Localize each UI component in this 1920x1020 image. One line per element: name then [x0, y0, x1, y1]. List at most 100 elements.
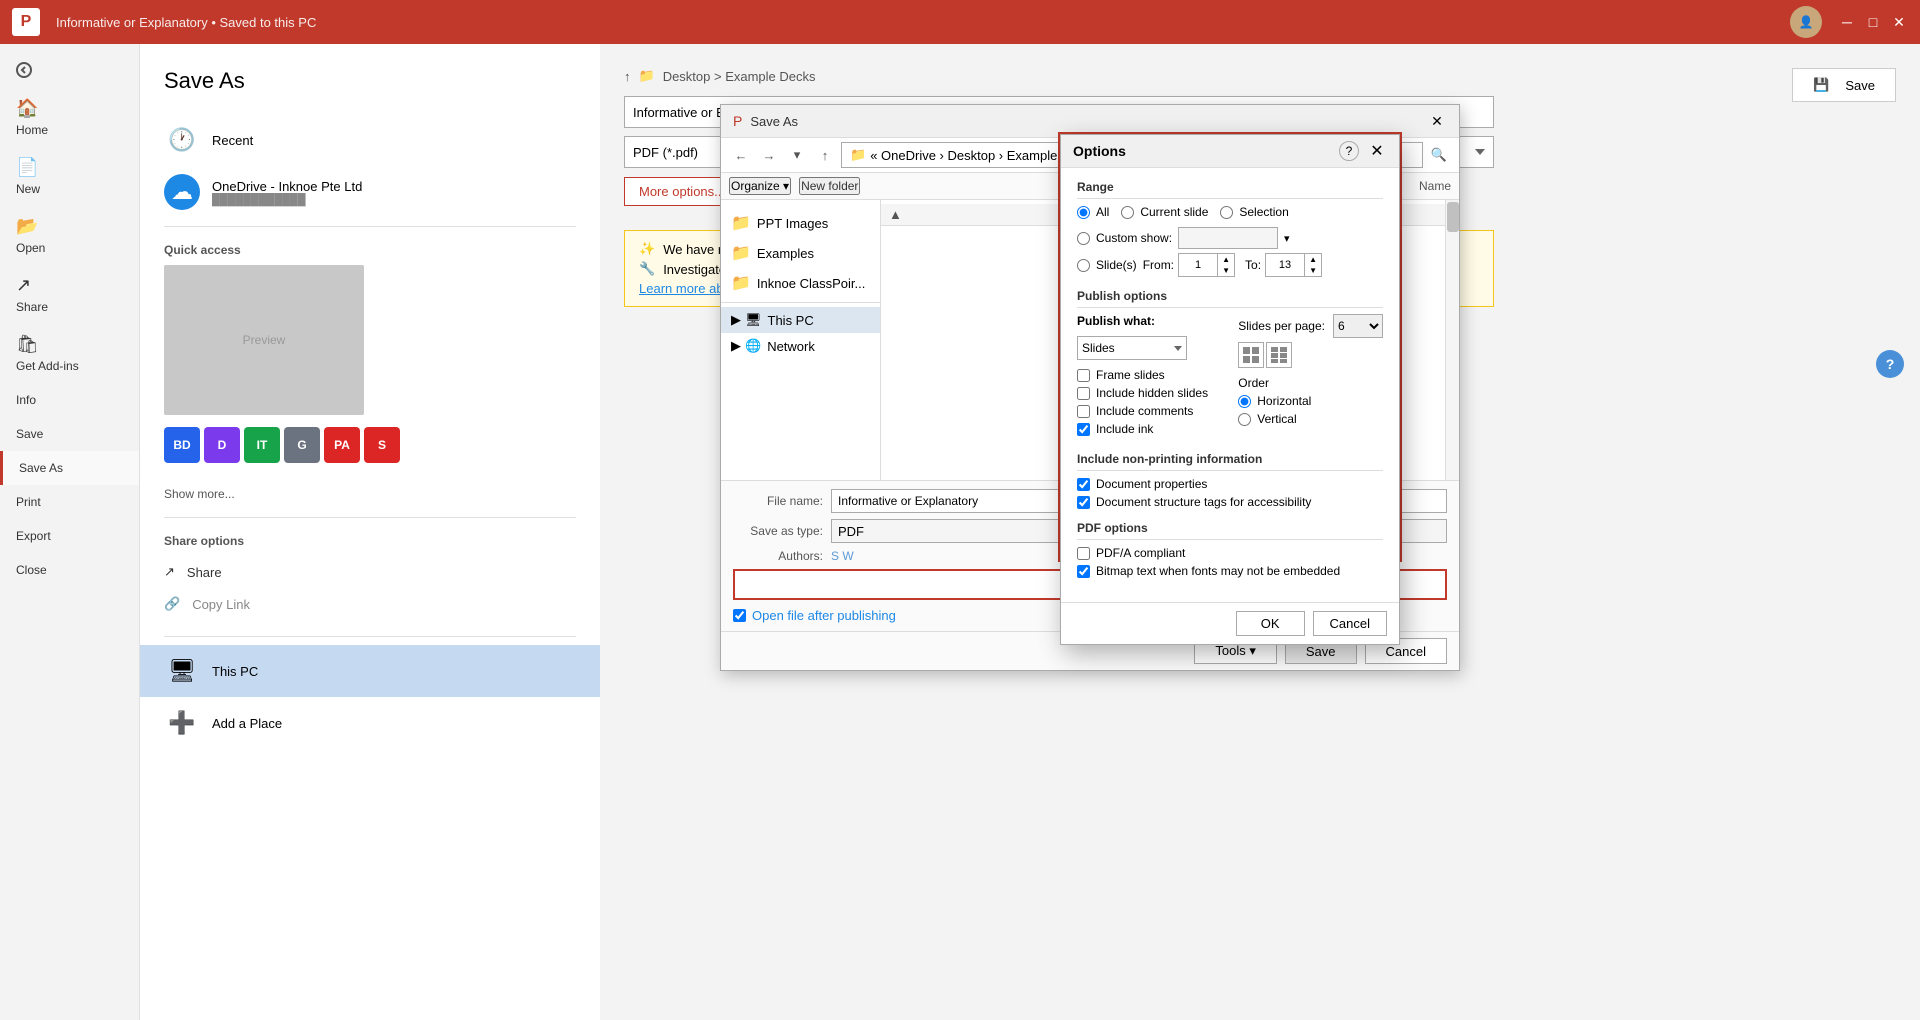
nav-up-icon[interactable]: ↑: [624, 69, 631, 84]
close-button[interactable]: ✕: [1890, 13, 1908, 31]
app-logo: P: [12, 8, 40, 36]
nav-up-button[interactable]: ↑: [813, 143, 837, 167]
options-ok-button[interactable]: OK: [1236, 611, 1305, 636]
options-dialog: Options ? ✕ Range All Current sli: [1060, 134, 1400, 645]
options-help-button[interactable]: ?: [1339, 141, 1359, 161]
horizontal-radio[interactable]: [1238, 395, 1251, 408]
custom-show-row: Custom show: ▾: [1077, 227, 1383, 249]
frame-slides-label: Frame slides: [1096, 368, 1165, 382]
hidden-slides-checkbox[interactable]: [1077, 387, 1090, 400]
custom-show-input[interactable]: [1178, 227, 1278, 249]
sidebar-item-info[interactable]: Info: [0, 383, 139, 417]
share-item[interactable]: ↗ Share: [164, 556, 576, 588]
slides-radio[interactable]: [1077, 259, 1090, 272]
sidebar-item-share[interactable]: ↗ Share: [0, 265, 139, 324]
organize-button[interactable]: Organize ▾: [729, 177, 791, 195]
sidebar-network[interactable]: ▶ 🌐 Network: [721, 333, 880, 359]
sidebar-this-pc[interactable]: ▶ 🖥 This PC: [721, 307, 880, 333]
to-up-button[interactable]: ▲: [1305, 254, 1321, 265]
new-folder-dialog-button[interactable]: New folder: [799, 177, 860, 195]
pdf-options-title: PDF options: [1077, 521, 1383, 540]
breadcrumb: Desktop > Example Decks: [663, 69, 816, 84]
sidebar-item-save-as[interactable]: Save As: [0, 451, 139, 485]
sidebar-item-open[interactable]: 📂 Open: [0, 206, 139, 265]
from-input[interactable]: [1179, 254, 1217, 276]
copy-link-icon: 🔗: [164, 596, 180, 612]
from-spinner[interactable]: ▲ ▼: [1178, 253, 1235, 277]
search-button[interactable]: 🔍: [1427, 143, 1451, 167]
back-button[interactable]: [0, 52, 139, 88]
hidden-slides-row: Include hidden slides: [1077, 386, 1208, 400]
layout-icon-1[interactable]: [1238, 342, 1264, 368]
horizontal-radio-row: Horizontal: [1238, 394, 1383, 408]
slides-per-page-select[interactable]: 6: [1333, 314, 1383, 338]
sidebar-item-save[interactable]: Save: [0, 417, 139, 451]
to-down-button[interactable]: ▼: [1305, 265, 1321, 276]
tab-s[interactable]: S: [364, 427, 400, 463]
sidebar-item-print[interactable]: Print: [0, 485, 139, 519]
doc-structure-checkbox[interactable]: [1077, 496, 1090, 509]
sidebar-item-export[interactable]: Export: [0, 519, 139, 553]
restore-button[interactable]: □: [1864, 13, 1882, 31]
recent-location[interactable]: 🕐 Recent: [140, 114, 600, 166]
doc-properties-checkbox[interactable]: [1077, 478, 1090, 491]
help-button[interactable]: ?: [1876, 350, 1904, 378]
onedrive-location[interactable]: ☁ OneDrive - Inknoe Pte Ltd ████████████: [140, 166, 600, 218]
authors-label: Authors:: [733, 549, 823, 563]
file-dialog-close-button[interactable]: ✕: [1427, 111, 1447, 131]
options-cancel-button[interactable]: Cancel: [1313, 611, 1387, 636]
selection-label: Selection: [1239, 205, 1288, 219]
network-icon: 🌐: [745, 338, 761, 354]
nav-dropdown-button[interactable]: ▾: [785, 143, 809, 167]
selection-radio[interactable]: [1220, 206, 1233, 219]
tab-bd[interactable]: BD: [164, 427, 200, 463]
tab-d[interactable]: D: [204, 427, 240, 463]
add-place-location[interactable]: ➕ Add a Place: [140, 697, 600, 749]
sidebar-item-home[interactable]: 🏠 Home: [0, 88, 139, 147]
publish-what-select[interactable]: Slides: [1077, 336, 1187, 360]
current-slide-label: Current slide: [1140, 205, 1208, 219]
sidebar-item-new[interactable]: 📄 New: [0, 147, 139, 206]
current-slide-radio[interactable]: [1121, 206, 1134, 219]
sidebar-ppt-images[interactable]: 📁 PPT Images: [721, 208, 880, 238]
slides-row: Slide(s) From: ▲ ▼ To:: [1077, 253, 1383, 277]
tab-it[interactable]: IT: [244, 427, 280, 463]
minimize-button[interactable]: ─: [1838, 13, 1856, 31]
pdf-a-checkbox[interactable]: [1077, 547, 1090, 560]
include-comments-checkbox[interactable]: [1077, 405, 1090, 418]
nav-forward-button[interactable]: →: [757, 143, 781, 167]
sidebar-inknoe[interactable]: 📁 Inknoe ClassPoir...: [721, 268, 880, 298]
open-after-checkbox[interactable]: [733, 609, 746, 622]
sidebar-examples[interactable]: 📁 Examples: [721, 238, 880, 268]
to-spinner[interactable]: ▲ ▼: [1265, 253, 1322, 277]
layout-icon-2[interactable]: [1266, 342, 1292, 368]
show-more-button[interactable]: Show more...: [140, 479, 600, 509]
sidebar: 🏠 Home 📄 New 📂 Open ↗ Share 🛍 Get Add-in…: [0, 44, 140, 1020]
from-down-button[interactable]: ▼: [1218, 265, 1234, 276]
save-button-right[interactable]: 💾 💾 Save Save: [1792, 68, 1896, 102]
vertical-radio[interactable]: [1238, 413, 1251, 426]
sidebar-item-close[interactable]: Close: [0, 553, 139, 587]
bitmap-checkbox[interactable]: [1077, 565, 1090, 578]
from-up-button[interactable]: ▲: [1218, 254, 1234, 265]
nav-back-button[interactable]: ←: [729, 143, 753, 167]
custom-show-radio[interactable]: [1077, 232, 1090, 245]
pdf-options-section: PDF options PDF/A compliant Bitmap text …: [1077, 521, 1383, 578]
authors-value: S W: [831, 549, 854, 563]
frame-slides-checkbox[interactable]: [1077, 369, 1090, 382]
sidebar-item-addins[interactable]: 🛍 Get Add-ins: [0, 324, 139, 383]
doc-structure-label: Document structure tags for accessibilit…: [1096, 495, 1311, 509]
presentation-thumbnail: Preview: [164, 265, 364, 415]
all-radio[interactable]: [1077, 206, 1090, 219]
to-input[interactable]: [1266, 254, 1304, 276]
back-icon: [16, 62, 32, 78]
options-close-button[interactable]: ✕: [1367, 141, 1387, 161]
investigate-icon: 🔧: [639, 261, 655, 277]
main-scrollbar[interactable]: [1445, 200, 1459, 480]
tab-g[interactable]: G: [284, 427, 320, 463]
copy-link-item[interactable]: 🔗 Copy Link: [164, 588, 576, 620]
this-pc-location[interactable]: 🖥 This PC: [140, 645, 600, 697]
include-ink-checkbox[interactable]: [1077, 423, 1090, 436]
tab-pa[interactable]: PA: [324, 427, 360, 463]
add-place-icon: ➕: [164, 705, 200, 741]
